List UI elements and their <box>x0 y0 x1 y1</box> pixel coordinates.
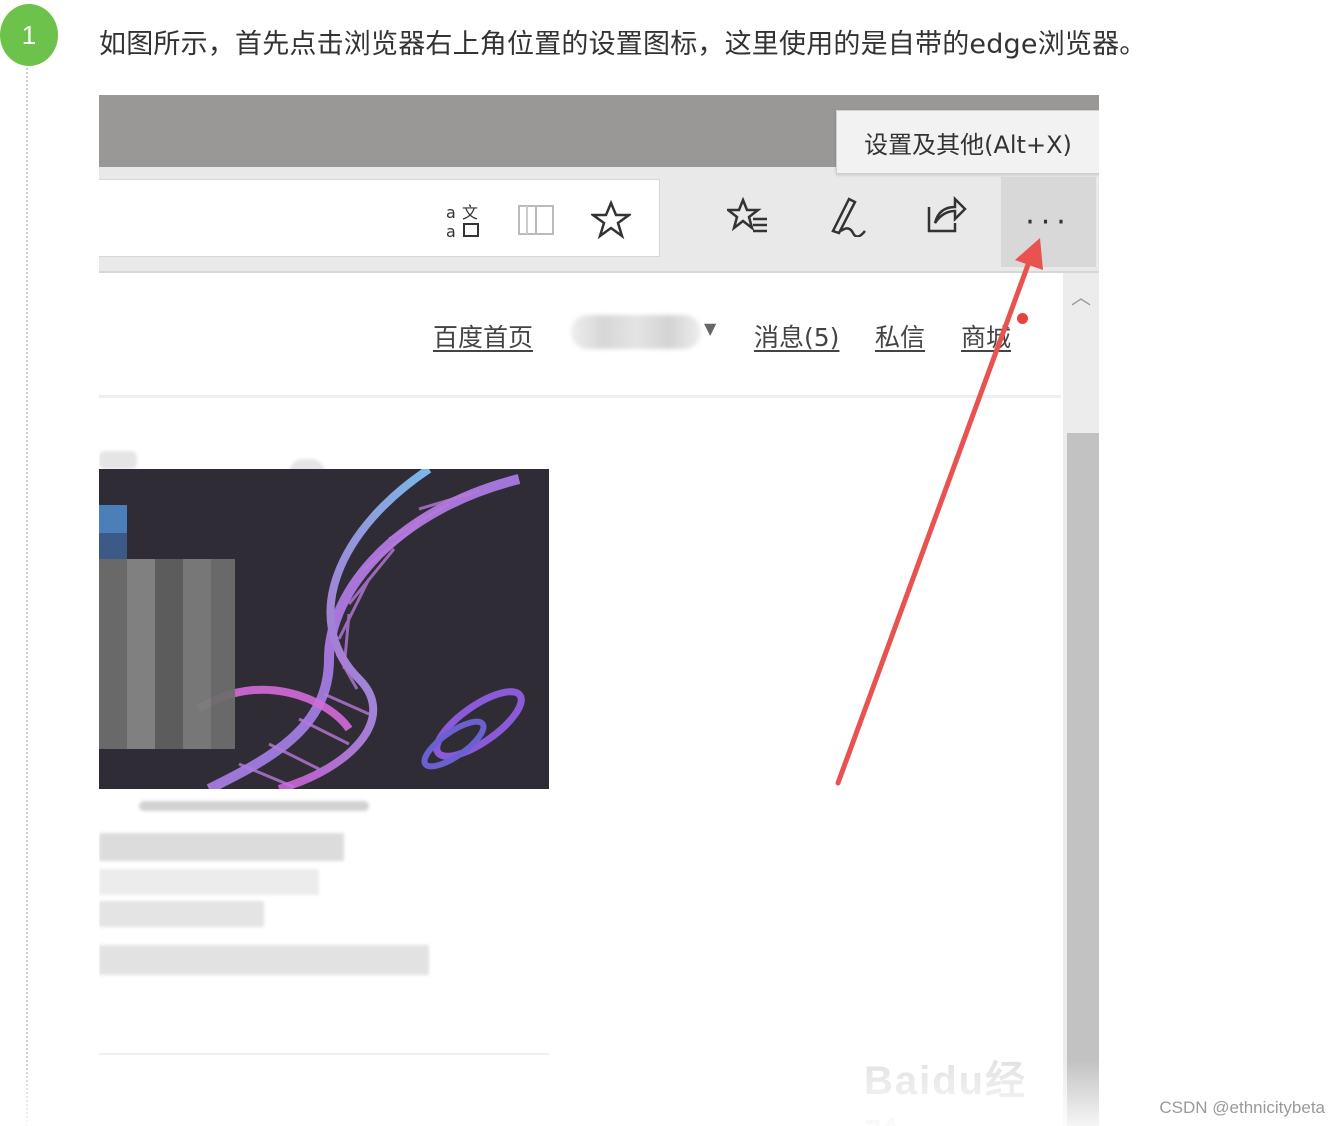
nav-link-messages[interactable]: 消息(5) <box>754 318 839 354</box>
dna-thumbnail-image[interactable] <box>99 469 549 789</box>
notification-dot <box>1017 313 1028 324</box>
scroll-up-arrow-icon[interactable]: ︿ <box>1071 281 1091 310</box>
step-timeline-line <box>26 68 28 1126</box>
baidu-watermark: Baidu经验 <box>864 1059 1028 1126</box>
scrollbar-thumb[interactable] <box>1067 433 1099 1126</box>
pixelated-region <box>99 505 127 533</box>
step-number-badge: 1 <box>0 4 58 66</box>
nav-link-mall[interactable]: 商城 <box>961 318 1011 354</box>
favorite-star-icon[interactable] <box>589 199 633 246</box>
more-settings-button[interactable]: ··· <box>1001 177 1096 267</box>
csdn-watermark: CSDN @ethnicitybeta <box>1159 1098 1325 1117</box>
svg-text:a: a <box>446 222 456 240</box>
share-icon[interactable] <box>925 195 967 241</box>
blurred-title-line <box>99 945 429 975</box>
settings-tooltip: 设置及其他(Alt+X) <box>836 110 1099 174</box>
browser-toolbar: a文a ··· <box>99 167 1099 273</box>
address-bar[interactable]: a文a <box>99 179 660 257</box>
browser-screenshot: 设置及其他(Alt+X) a文a ··· 百度首页 ▼ 消息(5) 私信 商城 … <box>99 95 1099 1126</box>
blurred-title-line <box>99 901 264 927</box>
blurred-title-line <box>139 801 369 811</box>
page-content: 百度首页 ▼ 消息(5) 私信 商城 Baidu经 <box>99 273 1061 1126</box>
translate-icon[interactable]: a文a <box>444 200 484 246</box>
blurred-title-line <box>99 833 344 861</box>
step-instruction-text: 如图所示，首先点击浏览器右上角位置的设置图标，这里使用的是自带的edge浏览器。 <box>99 29 1147 60</box>
vertical-scrollbar[interactable]: ︿ <box>1063 273 1099 1126</box>
pixelated-region <box>99 559 235 749</box>
blurred-title-line <box>99 869 319 895</box>
nav-link-baidu-home[interactable]: 百度首页 <box>433 318 533 354</box>
nav-link-private-messages[interactable]: 私信 <box>875 318 925 354</box>
header-divider <box>99 395 1061 398</box>
chevron-down-icon[interactable]: ▼ <box>704 319 716 338</box>
svg-text:a: a <box>446 203 456 222</box>
reading-view-icon[interactable] <box>517 202 555 244</box>
blurred-thumbnail-top <box>99 451 137 469</box>
pen-icon[interactable] <box>827 195 867 243</box>
svg-text:文: 文 <box>462 203 478 222</box>
favorites-list-icon[interactable] <box>724 196 771 243</box>
blurred-username <box>571 315 701 349</box>
content-divider <box>99 1053 549 1055</box>
pixelated-region <box>99 533 127 559</box>
